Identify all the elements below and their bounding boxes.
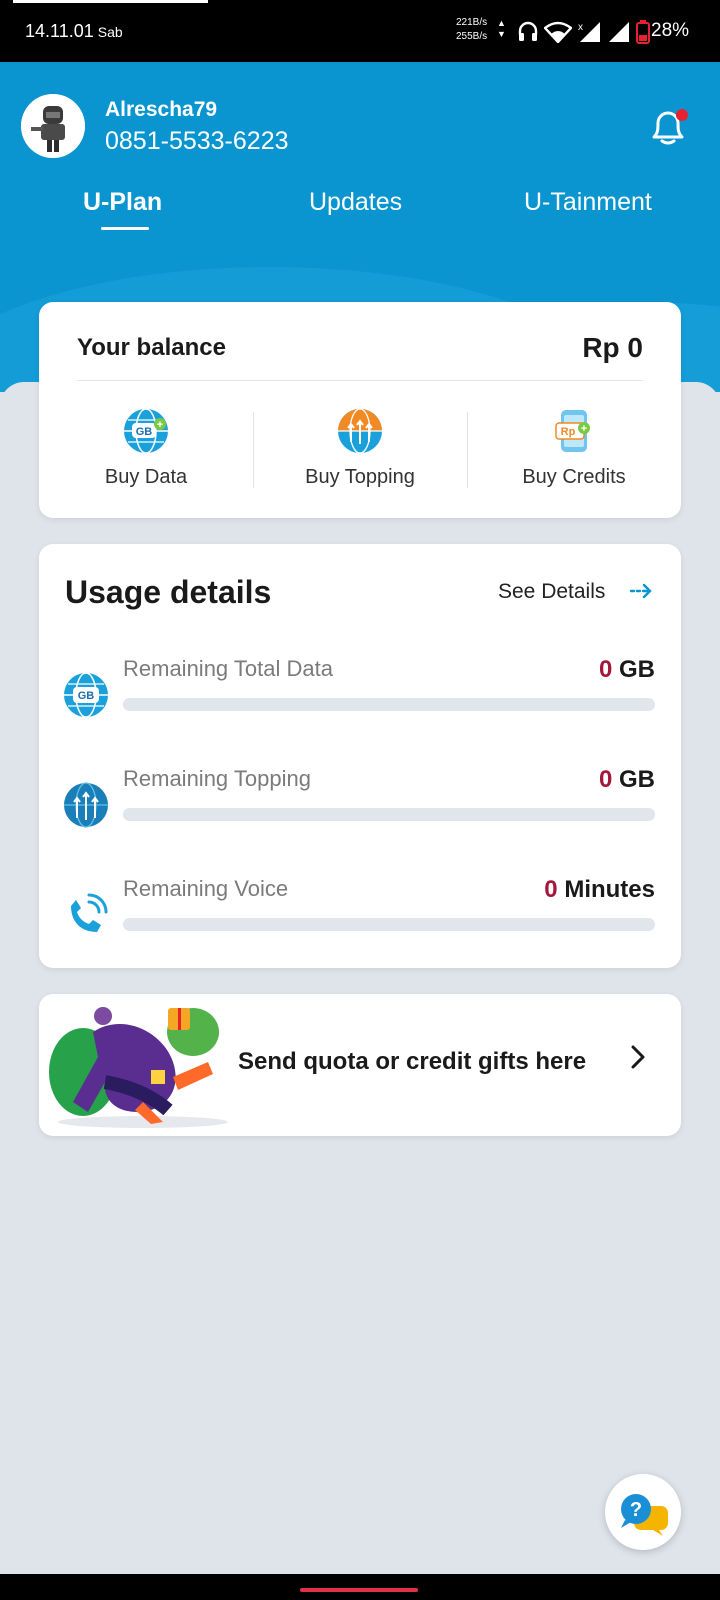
usage-value-unit: GB: [619, 766, 655, 793]
tab-updates[interactable]: Updates: [309, 188, 402, 217]
battery-percentage: 28%: [651, 20, 690, 41]
buy-credits-button[interactable]: Rp + Buy Credits: [467, 400, 681, 500]
phone-number: 0851-5533-6223: [105, 127, 289, 155]
svg-text:x: x: [578, 22, 583, 33]
day-label: Sab: [97, 24, 123, 40]
upload-speed: 221B/s: [456, 17, 488, 28]
usage-details-card: Usage details See Details GB Remaining T…: [39, 544, 681, 968]
usage-value-unit: GB: [619, 656, 655, 683]
status-indicator-line: [13, 0, 208, 3]
chevron-right-icon: [629, 1044, 647, 1077]
avatar-character-icon: [21, 94, 85, 158]
divider: [77, 380, 643, 381]
buy-topping-button[interactable]: Buy Topping: [253, 400, 467, 500]
status-bar: 14.11.01 Sab 221B/s 255B/s ▲ ▼ x 28%: [0, 0, 720, 62]
buy-data-label: Buy Data: [104, 466, 188, 488]
usage-progress-bar: [123, 918, 655, 931]
usage-value: 0 GB: [599, 656, 655, 684]
usage-label: Remaining Voice: [123, 876, 289, 901]
arrow-right-icon[interactable]: [629, 580, 653, 606]
send-gift-banner[interactable]: Send quota or credit gifts here: [39, 994, 681, 1136]
username: Alrescha79: [105, 98, 218, 121]
system-nav-bar: [0, 1574, 720, 1600]
svg-text:+: +: [157, 419, 163, 431]
status-time: 14.11.01 Sab: [25, 21, 123, 42]
svg-text:GB: GB: [136, 426, 153, 438]
headphones-icon: [518, 21, 538, 41]
status-icons: x: [518, 20, 650, 44]
usage-value-number: 0: [598, 766, 613, 793]
home-gesture-handle[interactable]: [300, 1588, 418, 1592]
help-chat-icon: ?: [621, 1494, 668, 1536]
tab-u-tainment[interactable]: U-Tainment: [524, 188, 652, 217]
gift-text: Send quota or credit gifts here: [238, 1048, 587, 1075]
clock: 14.11.01: [25, 21, 94, 41]
network-speed: 221B/s 255B/s: [456, 16, 487, 44]
balance-value: Rp 0: [582, 332, 643, 363]
gift-illustration: [49, 1007, 228, 1128]
rp-phone-icon: Rp +: [555, 410, 590, 452]
svg-text:?: ?: [630, 1499, 642, 1521]
battery-icon: [636, 20, 650, 44]
balance-card: Your balance Rp 0 GB + Buy Data Buy Topp…: [39, 302, 681, 518]
notification-dot: [676, 109, 688, 121]
usage-progress-bar: [123, 698, 655, 711]
gb-globe-icon: GB: [64, 672, 108, 718]
wifi-icon: [544, 21, 572, 43]
notification-bell-icon[interactable]: [646, 104, 690, 150]
avatar[interactable]: [21, 94, 85, 158]
usage-value-number: 0: [544, 876, 558, 903]
buy-credits-label: Buy Credits: [522, 466, 626, 488]
svg-text:+: +: [581, 423, 587, 435]
phone-call-icon: [71, 893, 108, 932]
svg-text:Rp: Rp: [561, 426, 576, 438]
tab-bar: U-Plan Updates U-Tainment: [0, 188, 720, 238]
usage-row-topping: Remaining Topping 0 GB: [39, 766, 681, 856]
usage-value-number: 0: [598, 656, 613, 683]
topping-globe-icon: [338, 408, 382, 454]
usage-title: Usage details: [65, 574, 272, 610]
tab-u-plan[interactable]: U-Plan: [83, 188, 162, 217]
download-speed: 255B/s: [456, 31, 488, 42]
svg-text:GB: GB: [78, 690, 95, 702]
usage-value-unit: Minutes: [564, 876, 655, 903]
gb-globe-icon: GB +: [124, 408, 168, 454]
usage-row-data: GB Remaining Total Data 0 GB: [39, 656, 681, 746]
active-tab-indicator: [101, 227, 149, 230]
usage-label: Remaining Topping: [123, 766, 311, 791]
balance-label: Your balance: [77, 334, 226, 361]
help-chat-button[interactable]: ?: [605, 1474, 681, 1550]
see-details-link[interactable]: See Details: [498, 580, 605, 604]
topping-globe-icon: [64, 782, 108, 828]
network-arrows-icon: ▲ ▼: [497, 18, 506, 39]
usage-progress-bar: [123, 808, 655, 821]
buy-data-button[interactable]: GB + Buy Data: [39, 400, 253, 500]
usage-row-voice: Remaining Voice 0 Minutes: [39, 876, 681, 966]
usage-label: Remaining Total Data: [123, 656, 333, 681]
buy-topping-label: Buy Topping: [305, 466, 415, 488]
signal-icon: x: [578, 22, 600, 42]
usage-value: 0 Minutes: [544, 876, 655, 904]
signal-icon: [609, 22, 629, 42]
usage-value: 0 GB: [599, 766, 655, 794]
